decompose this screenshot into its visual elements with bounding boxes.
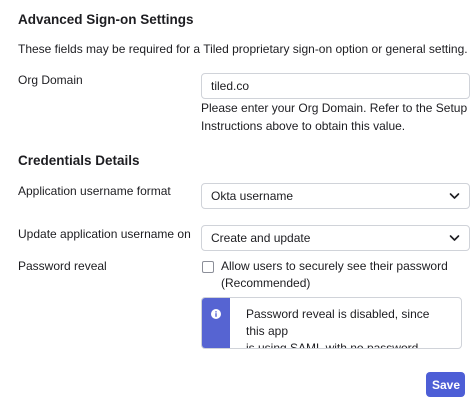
password-reveal-label: Password reveal (18, 259, 107, 273)
org-domain-help-line1: Please enter your Org Domain. Refer to t… (201, 101, 468, 115)
update-username-value: Create and update (211, 231, 311, 245)
org-domain-help-line2: Instructions above to obtain this value. (201, 119, 406, 133)
org-domain-input[interactable]: tiled.co (201, 73, 470, 99)
password-reveal-notice: Password reveal is disabled, since this … (201, 297, 462, 349)
chevron-down-icon (449, 193, 460, 199)
update-username-label: Update application username on (18, 227, 191, 241)
password-reveal-checkbox[interactable] (202, 261, 214, 273)
chevron-down-icon (449, 235, 460, 241)
notice-line1: Password reveal is disabled, since this … (246, 307, 430, 338)
credentials-title: Credentials Details (18, 153, 140, 168)
advanced-settings-title: Advanced Sign-on Settings (18, 12, 194, 27)
username-format-value: Okta username (211, 189, 294, 203)
org-domain-label: Org Domain (18, 73, 83, 87)
checkbox-label-line2: (Recommended) (221, 276, 311, 290)
username-format-select[interactable]: Okta username (201, 183, 470, 209)
notice-message: Password reveal is disabled, since this … (246, 306, 451, 349)
checkbox-label-line1: Allow users to securely see their passwo… (221, 259, 448, 273)
notice-line2: is using SAML with no password. (246, 341, 422, 349)
advanced-settings-description: These fields may be required for a Tiled… (18, 42, 468, 56)
save-button[interactable]: Save (426, 372, 465, 397)
update-username-select[interactable]: Create and update (201, 225, 470, 251)
username-format-label: Application username format (18, 184, 171, 198)
info-icon (211, 309, 221, 319)
notice-accent-bar (202, 298, 230, 348)
